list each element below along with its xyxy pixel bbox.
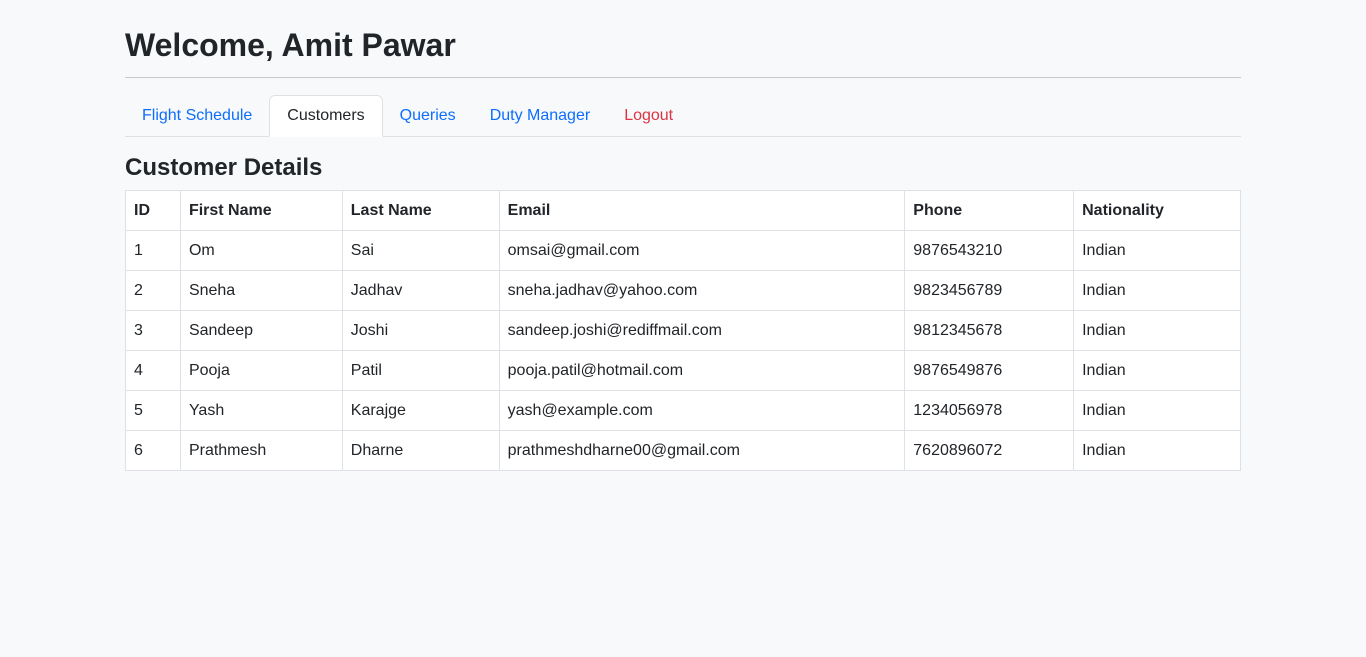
- column-header-nationality: Nationality: [1073, 190, 1241, 231]
- cell-nationality: Indian: [1073, 430, 1241, 471]
- cell-last-name: Joshi: [341, 310, 500, 351]
- cell-first-name: Sneha: [179, 270, 343, 311]
- column-header-id: ID: [125, 190, 181, 231]
- column-header-last-name: Last Name: [341, 190, 500, 231]
- cell-id: 3: [125, 310, 181, 351]
- table-row: 3 Sandeep Joshi sandeep.joshi@rediffmail…: [125, 310, 1241, 351]
- cell-last-name: Jadhav: [341, 270, 500, 311]
- cell-last-name: Dharne: [341, 430, 500, 471]
- column-header-email: Email: [498, 190, 906, 231]
- cell-first-name: Yash: [179, 390, 343, 431]
- cell-nationality: Indian: [1073, 310, 1241, 351]
- nav-tabs: Flight Schedule Customers Queries Duty M…: [125, 95, 1241, 137]
- table-row: 2 Sneha Jadhav sneha.jadhav@yahoo.com 98…: [125, 270, 1241, 311]
- cell-first-name: Pooja: [179, 350, 343, 391]
- cell-id: 4: [125, 350, 181, 391]
- cell-nationality: Indian: [1073, 350, 1241, 391]
- column-header-first-name: First Name: [179, 190, 343, 231]
- cell-email: pooja.patil@hotmail.com: [498, 350, 906, 391]
- cell-phone: 9876549876: [904, 350, 1075, 391]
- cell-nationality: Indian: [1073, 270, 1241, 311]
- cell-phone: 7620896072: [904, 430, 1075, 471]
- cell-phone: 9876543210: [904, 230, 1075, 271]
- page-title: Welcome, Amit Pawar: [125, 27, 456, 63]
- cell-phone: 9812345678: [904, 310, 1075, 351]
- cell-email: omsai@gmail.com: [498, 230, 906, 271]
- cell-first-name: Sandeep: [179, 310, 343, 351]
- tab-customers[interactable]: Customers: [269, 95, 383, 137]
- cell-email: sandeep.joshi@rediffmail.com: [498, 310, 906, 351]
- cell-nationality: Indian: [1073, 390, 1241, 431]
- cell-id: 5: [125, 390, 181, 431]
- cell-last-name: Patil: [341, 350, 500, 391]
- cell-email: yash@example.com: [498, 390, 906, 431]
- table-row: 5 Yash Karajge yash@example.com 12340569…: [125, 390, 1241, 431]
- cell-phone: 1234056978: [904, 390, 1075, 431]
- tab-duty-manager[interactable]: Duty Manager: [473, 95, 608, 136]
- cell-id: 6: [125, 430, 181, 471]
- tab-queries[interactable]: Queries: [383, 95, 473, 136]
- tab-flight-schedule[interactable]: Flight Schedule: [125, 95, 269, 136]
- cell-id: 1: [125, 230, 181, 271]
- cell-id: 2: [125, 270, 181, 311]
- cell-first-name: Om: [179, 230, 343, 271]
- table-header-row: ID First Name Last Name Email Phone Nati…: [125, 190, 1241, 231]
- cell-email: prathmeshdharne00@gmail.com: [498, 430, 906, 471]
- table-row: 6 Prathmesh Dharne prathmeshdharne00@gma…: [125, 430, 1241, 471]
- cell-first-name: Prathmesh: [179, 430, 343, 471]
- cell-last-name: Sai: [341, 230, 500, 271]
- cell-last-name: Karajge: [341, 390, 500, 431]
- column-header-phone: Phone: [904, 190, 1075, 231]
- table-row: 1 Om Sai omsai@gmail.com 9876543210 Indi…: [125, 230, 1241, 271]
- cell-nationality: Indian: [1073, 230, 1241, 271]
- table-row: 4 Pooja Patil pooja.patil@hotmail.com 98…: [125, 350, 1241, 391]
- header-divider: [125, 77, 1241, 78]
- section-title: Customer Details: [125, 154, 323, 181]
- cell-phone: 9823456789: [904, 270, 1075, 311]
- logout-link[interactable]: Logout: [607, 95, 690, 136]
- cell-email: sneha.jadhav@yahoo.com: [498, 270, 906, 311]
- customers-table: ID First Name Last Name Email Phone Nati…: [125, 190, 1241, 471]
